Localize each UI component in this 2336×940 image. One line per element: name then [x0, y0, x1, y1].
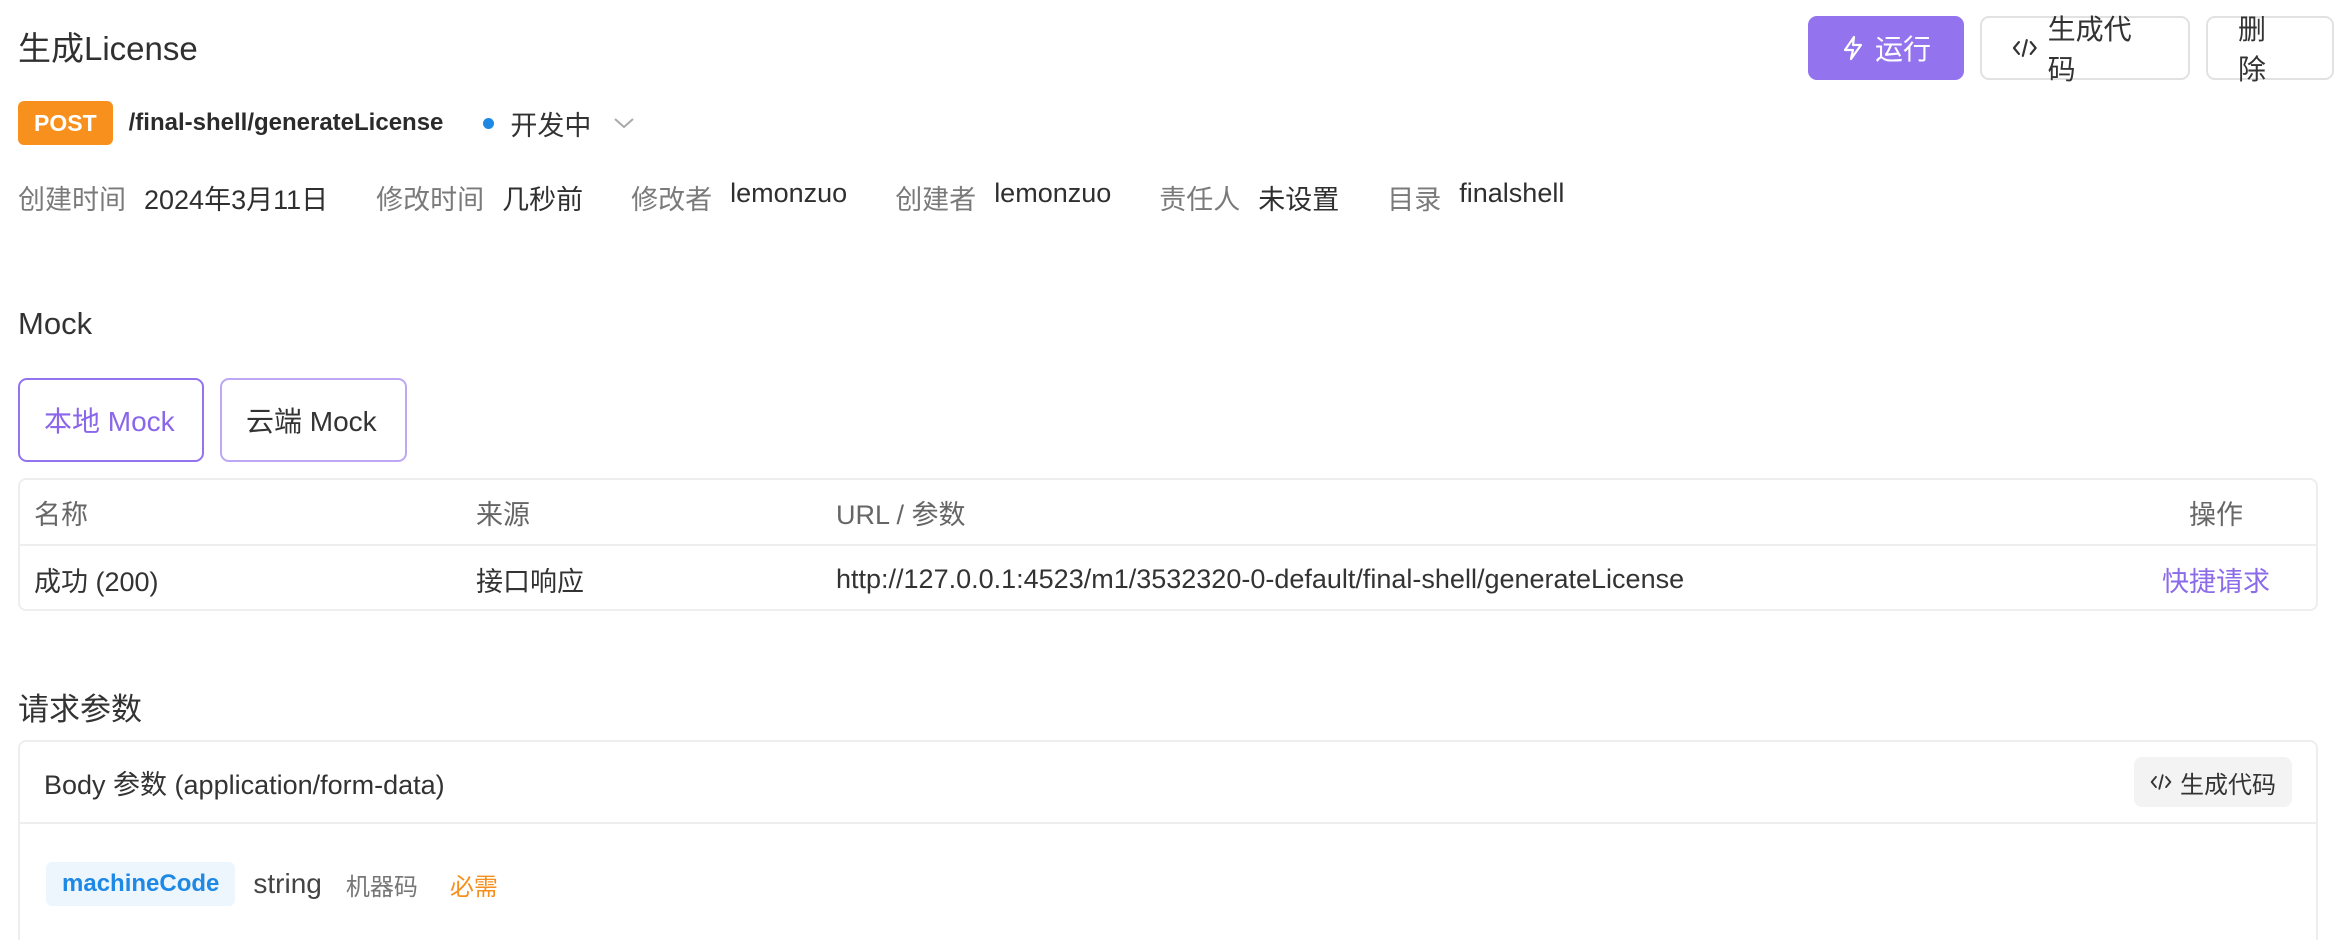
- endpoint-line: POST /final-shell/generateLicense 开发中: [18, 100, 635, 146]
- info-value: 未设置: [1258, 185, 1340, 215]
- column-header-action: 操作: [2189, 499, 2243, 530]
- tab-cloud-mock[interactable]: 云端 Mock: [220, 378, 407, 462]
- top-actions: 运行 生成代码 删 除: [1808, 14, 2334, 85]
- mock-tabs: 本地 Mock 云端 Mock: [18, 378, 407, 462]
- info-value: lemonzuo: [730, 178, 848, 208]
- run-button-label: 运行: [1874, 34, 1931, 65]
- info-creator: 创建者 lemonzuo: [895, 178, 1111, 217]
- param-row: machineCode string 机器码 必需: [20, 824, 2316, 940]
- request-params-title: 请求参数: [18, 692, 142, 727]
- mock-table: 名称 来源 URL / 参数 操作 成功 (200) 接口响应 http://1…: [18, 478, 2318, 611]
- info-label: 创建时间: [18, 185, 126, 215]
- status-dropdown[interactable]: 开发中: [483, 104, 635, 143]
- chevron-down-icon: [614, 118, 635, 129]
- cell-name: 成功 (200): [34, 566, 159, 597]
- info-owner: 责任人 未设置: [1159, 178, 1339, 217]
- info-label: 目录: [1387, 185, 1442, 215]
- status-label: 开发中: [510, 110, 592, 141]
- code-icon: [2150, 774, 2172, 790]
- body-params-header: Body 参数 (application/form-data) 生成代码: [20, 742, 2316, 824]
- column-header-name: 名称: [34, 499, 88, 530]
- page-title: 生成License: [18, 30, 198, 67]
- generate-code-label: 生成代码: [2047, 14, 2132, 85]
- info-value: 2024年3月11日: [144, 185, 329, 215]
- info-value: lemonzuo: [994, 178, 1112, 208]
- delete-button[interactable]: 删 除: [2206, 14, 2334, 85]
- body-generate-code-label: 生成代码: [2180, 771, 2276, 799]
- info-value: finalshell: [1459, 178, 1565, 208]
- code-icon: [2012, 39, 2037, 57]
- generate-code-button[interactable]: 生成代码: [1980, 14, 2190, 85]
- method-badge: POST: [18, 101, 113, 145]
- info-label: 责任人: [1159, 185, 1241, 215]
- param-type: string: [253, 868, 322, 899]
- cell-url[interactable]: http://127.0.0.1:4523/m1/3532320-0-defau…: [836, 564, 2116, 595]
- body-params-label: Body 参数 (application/form-data): [44, 769, 445, 800]
- param-description: 机器码: [345, 873, 418, 901]
- body-params-panel: Body 参数 (application/form-data) 生成代码 mac…: [18, 740, 2318, 940]
- info-value: 几秒前: [502, 185, 584, 215]
- info-modifier: 修改者 lemonzuo: [631, 178, 847, 217]
- tab-local-mock[interactable]: 本地 Mock: [18, 378, 204, 462]
- info-label: 创建者: [895, 185, 977, 215]
- lightning-icon: [1843, 35, 1863, 61]
- table-row: 成功 (200) 接口响应 http://127.0.0.1:4523/m1/3…: [20, 546, 2316, 612]
- quick-request-link[interactable]: 快捷请求: [2116, 560, 2316, 599]
- info-row: 创建时间 2024年3月11日 修改时间 几秒前 修改者 lemonzuo 创建…: [18, 178, 1612, 217]
- table-header-row: 名称 来源 URL / 参数 操作: [20, 480, 2316, 546]
- column-header-url: URL / 参数: [836, 499, 966, 530]
- info-modified-time: 修改时间 几秒前: [376, 178, 583, 217]
- cell-source: 接口响应: [476, 566, 584, 597]
- info-folder: 目录 finalshell: [1387, 178, 1564, 217]
- run-button[interactable]: 运行: [1808, 16, 1964, 80]
- param-name[interactable]: machineCode: [46, 862, 236, 906]
- param-required-badge: 必需: [449, 873, 498, 901]
- mock-section-title: Mock: [18, 306, 93, 341]
- api-detail-page: 生成License 运行 生成代码 删 除 POST /final-shell/…: [0, 0, 2336, 940]
- info-created-time: 创建时间 2024年3月11日: [18, 178, 328, 217]
- info-label: 修改者: [631, 185, 713, 215]
- info-label: 修改时间: [376, 185, 485, 215]
- body-generate-code-button[interactable]: 生成代码: [2134, 757, 2292, 807]
- status-dot-icon: [483, 117, 495, 129]
- endpoint-path: /final-shell/generateLicense: [128, 109, 444, 136]
- column-header-source: 来源: [476, 499, 530, 530]
